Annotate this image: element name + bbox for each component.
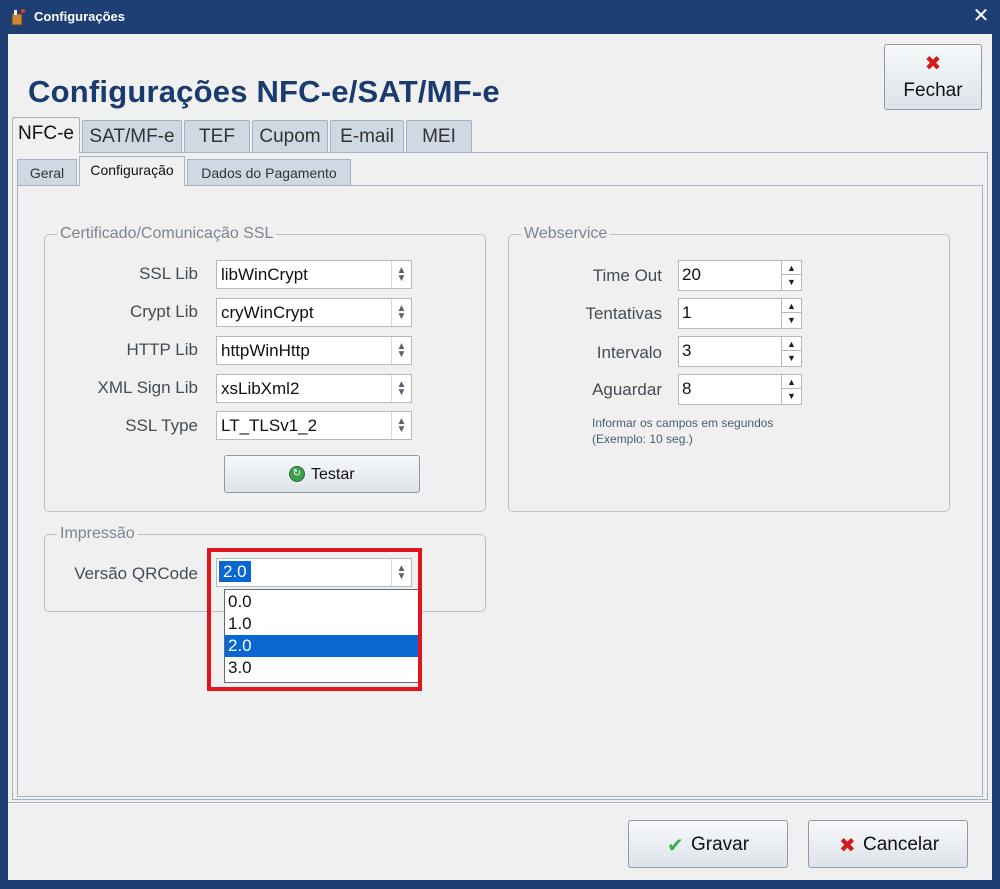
testar-button[interactable]: ↻ Testar xyxy=(224,455,420,493)
spin-down-icon[interactable]: ▼ xyxy=(782,313,801,327)
spinner-buttons: ▲ ▼ xyxy=(781,261,801,290)
refresh-icon: ↻ xyxy=(289,466,305,482)
note-line-2: (Exemplo: 10 seg.) xyxy=(592,432,693,446)
crypt-lib-select[interactable]: cryWinCrypt ▲ ▼ xyxy=(216,298,412,327)
tentativas-value: 1 xyxy=(682,303,692,322)
tab-email[interactable]: E-mail xyxy=(330,120,404,152)
nfce-tab-panel: Geral Configuração Dados do Pagamento Ce… xyxy=(12,152,988,800)
xml-sign-lib-select[interactable]: xsLibXml2 ▲ ▼ xyxy=(216,374,412,403)
title-bar: Configurações ✕ xyxy=(0,0,1000,34)
tab-nfce[interactable]: NFC-e xyxy=(12,117,80,153)
gravar-button[interactable]: ✔ Gravar xyxy=(628,820,788,868)
certificado-group-title: Certificado/Comunicação SSL xyxy=(57,225,277,243)
time-out-value: 20 xyxy=(682,265,701,284)
aguardar-value: 8 xyxy=(682,379,692,398)
spin-up-icon[interactable]: ▲ xyxy=(782,337,801,351)
tab-tef[interactable]: TEF xyxy=(184,120,250,152)
page-title: Configurações NFC-e/SAT/MF-e xyxy=(28,74,500,109)
tab-mei[interactable]: MEI xyxy=(406,120,472,152)
http-lib-select[interactable]: httpWinHttp ▲ ▼ xyxy=(216,336,412,365)
cancelar-label: Cancelar xyxy=(863,834,940,855)
highlight-annotation-box xyxy=(207,548,422,691)
subtab-configuracao[interactable]: Configuração xyxy=(79,156,185,186)
window-title: Configurações xyxy=(34,9,126,24)
versao-qrcode-label: Versão QRCode xyxy=(74,564,198,583)
tab-sat-mfe[interactable]: SAT/MF-e xyxy=(82,120,182,152)
fechar-button[interactable]: ✖ Fechar xyxy=(884,44,982,110)
configuracoes-window: Configurações ✕ Configurações NFC-e/SAT/… xyxy=(0,0,1000,889)
footer-divider xyxy=(8,802,992,804)
spin-up-icon[interactable]: ▲ xyxy=(782,261,801,275)
http-lib-value: httpWinHttp xyxy=(221,341,310,360)
spinner-buttons: ▲ ▼ xyxy=(781,375,801,404)
testar-label: Testar xyxy=(311,466,355,483)
spin-down-icon[interactable]: ▼ xyxy=(782,351,801,365)
client-area: Configurações NFC-e/SAT/MF-e ✖ Fechar NF… xyxy=(8,34,992,880)
updown-arrows-icon: ▲ ▼ xyxy=(391,412,411,439)
intervalo-spinner[interactable]: 3 ▲ ▼ xyxy=(678,336,802,367)
updown-arrows-icon: ▲ ▼ xyxy=(391,261,411,288)
app-icon xyxy=(11,9,25,26)
tab-cupom[interactable]: Cupom xyxy=(252,120,328,152)
crypt-lib-label: Crypt Lib xyxy=(129,302,198,321)
webservice-note: Informar os campos em segundos (Exemplo:… xyxy=(592,415,773,447)
intervalo-value: 3 xyxy=(682,341,692,360)
configuracao-panel: Certificado/Comunicação SSL SSL Lib libW… xyxy=(17,185,983,797)
intervalo-label: Intervalo xyxy=(596,343,662,362)
fechar-label: Fechar xyxy=(903,80,963,101)
ssl-lib-select[interactable]: libWinCrypt ▲ ▼ xyxy=(216,260,412,289)
subtab-geral[interactable]: Geral xyxy=(17,159,77,185)
spin-up-icon[interactable]: ▲ xyxy=(782,299,801,313)
crypt-lib-value: cryWinCrypt xyxy=(221,303,314,322)
subtab-dados-pagamento[interactable]: Dados do Pagamento xyxy=(187,159,351,185)
updown-arrows-icon: ▲ ▼ xyxy=(391,375,411,402)
ssl-lib-label: SSL Lib xyxy=(139,264,198,283)
time-out-spinner[interactable]: 20 ▲ ▼ xyxy=(678,260,802,291)
check-icon: ✔ xyxy=(667,835,684,857)
ssl-type-label: SSL Type xyxy=(125,416,198,435)
time-out-label: Time Out xyxy=(592,266,662,285)
http-lib-label: HTTP Lib xyxy=(126,340,199,359)
aguardar-label: Aguardar xyxy=(592,380,662,399)
aguardar-spinner[interactable]: 8 ▲ ▼ xyxy=(678,374,802,405)
window-close-icon[interactable]: ✕ xyxy=(970,4,992,28)
tentativas-label: Tentativas xyxy=(585,304,662,323)
gravar-label: Gravar xyxy=(691,834,750,855)
updown-arrows-icon: ▲ ▼ xyxy=(391,299,411,326)
ssl-type-value: LT_TLSv1_2 xyxy=(221,416,318,435)
xml-sign-lib-label: XML Sign Lib xyxy=(97,378,198,397)
webservice-group-title: Webservice xyxy=(521,225,611,243)
xml-sign-lib-value: xsLibXml2 xyxy=(221,379,300,398)
close-icon: ✖ xyxy=(924,53,942,75)
spin-down-icon[interactable]: ▼ xyxy=(782,275,801,289)
spinner-buttons: ▲ ▼ xyxy=(781,337,801,366)
tentativas-spinner[interactable]: 1 ▲ ▼ xyxy=(678,298,802,329)
cancelar-button[interactable]: ✖ Cancelar xyxy=(808,820,968,868)
spin-down-icon[interactable]: ▼ xyxy=(782,389,801,403)
impressao-group-title: Impressão xyxy=(57,525,138,543)
close-icon: ✖ xyxy=(839,835,856,857)
ssl-lib-value: libWinCrypt xyxy=(221,265,308,284)
ssl-type-select[interactable]: LT_TLSv1_2 ▲ ▼ xyxy=(216,411,412,440)
spinner-buttons: ▲ ▼ xyxy=(781,299,801,328)
updown-arrows-icon: ▲ ▼ xyxy=(391,337,411,364)
spin-up-icon[interactable]: ▲ xyxy=(782,375,801,389)
note-line-1: Informar os campos em segundos xyxy=(592,416,774,430)
